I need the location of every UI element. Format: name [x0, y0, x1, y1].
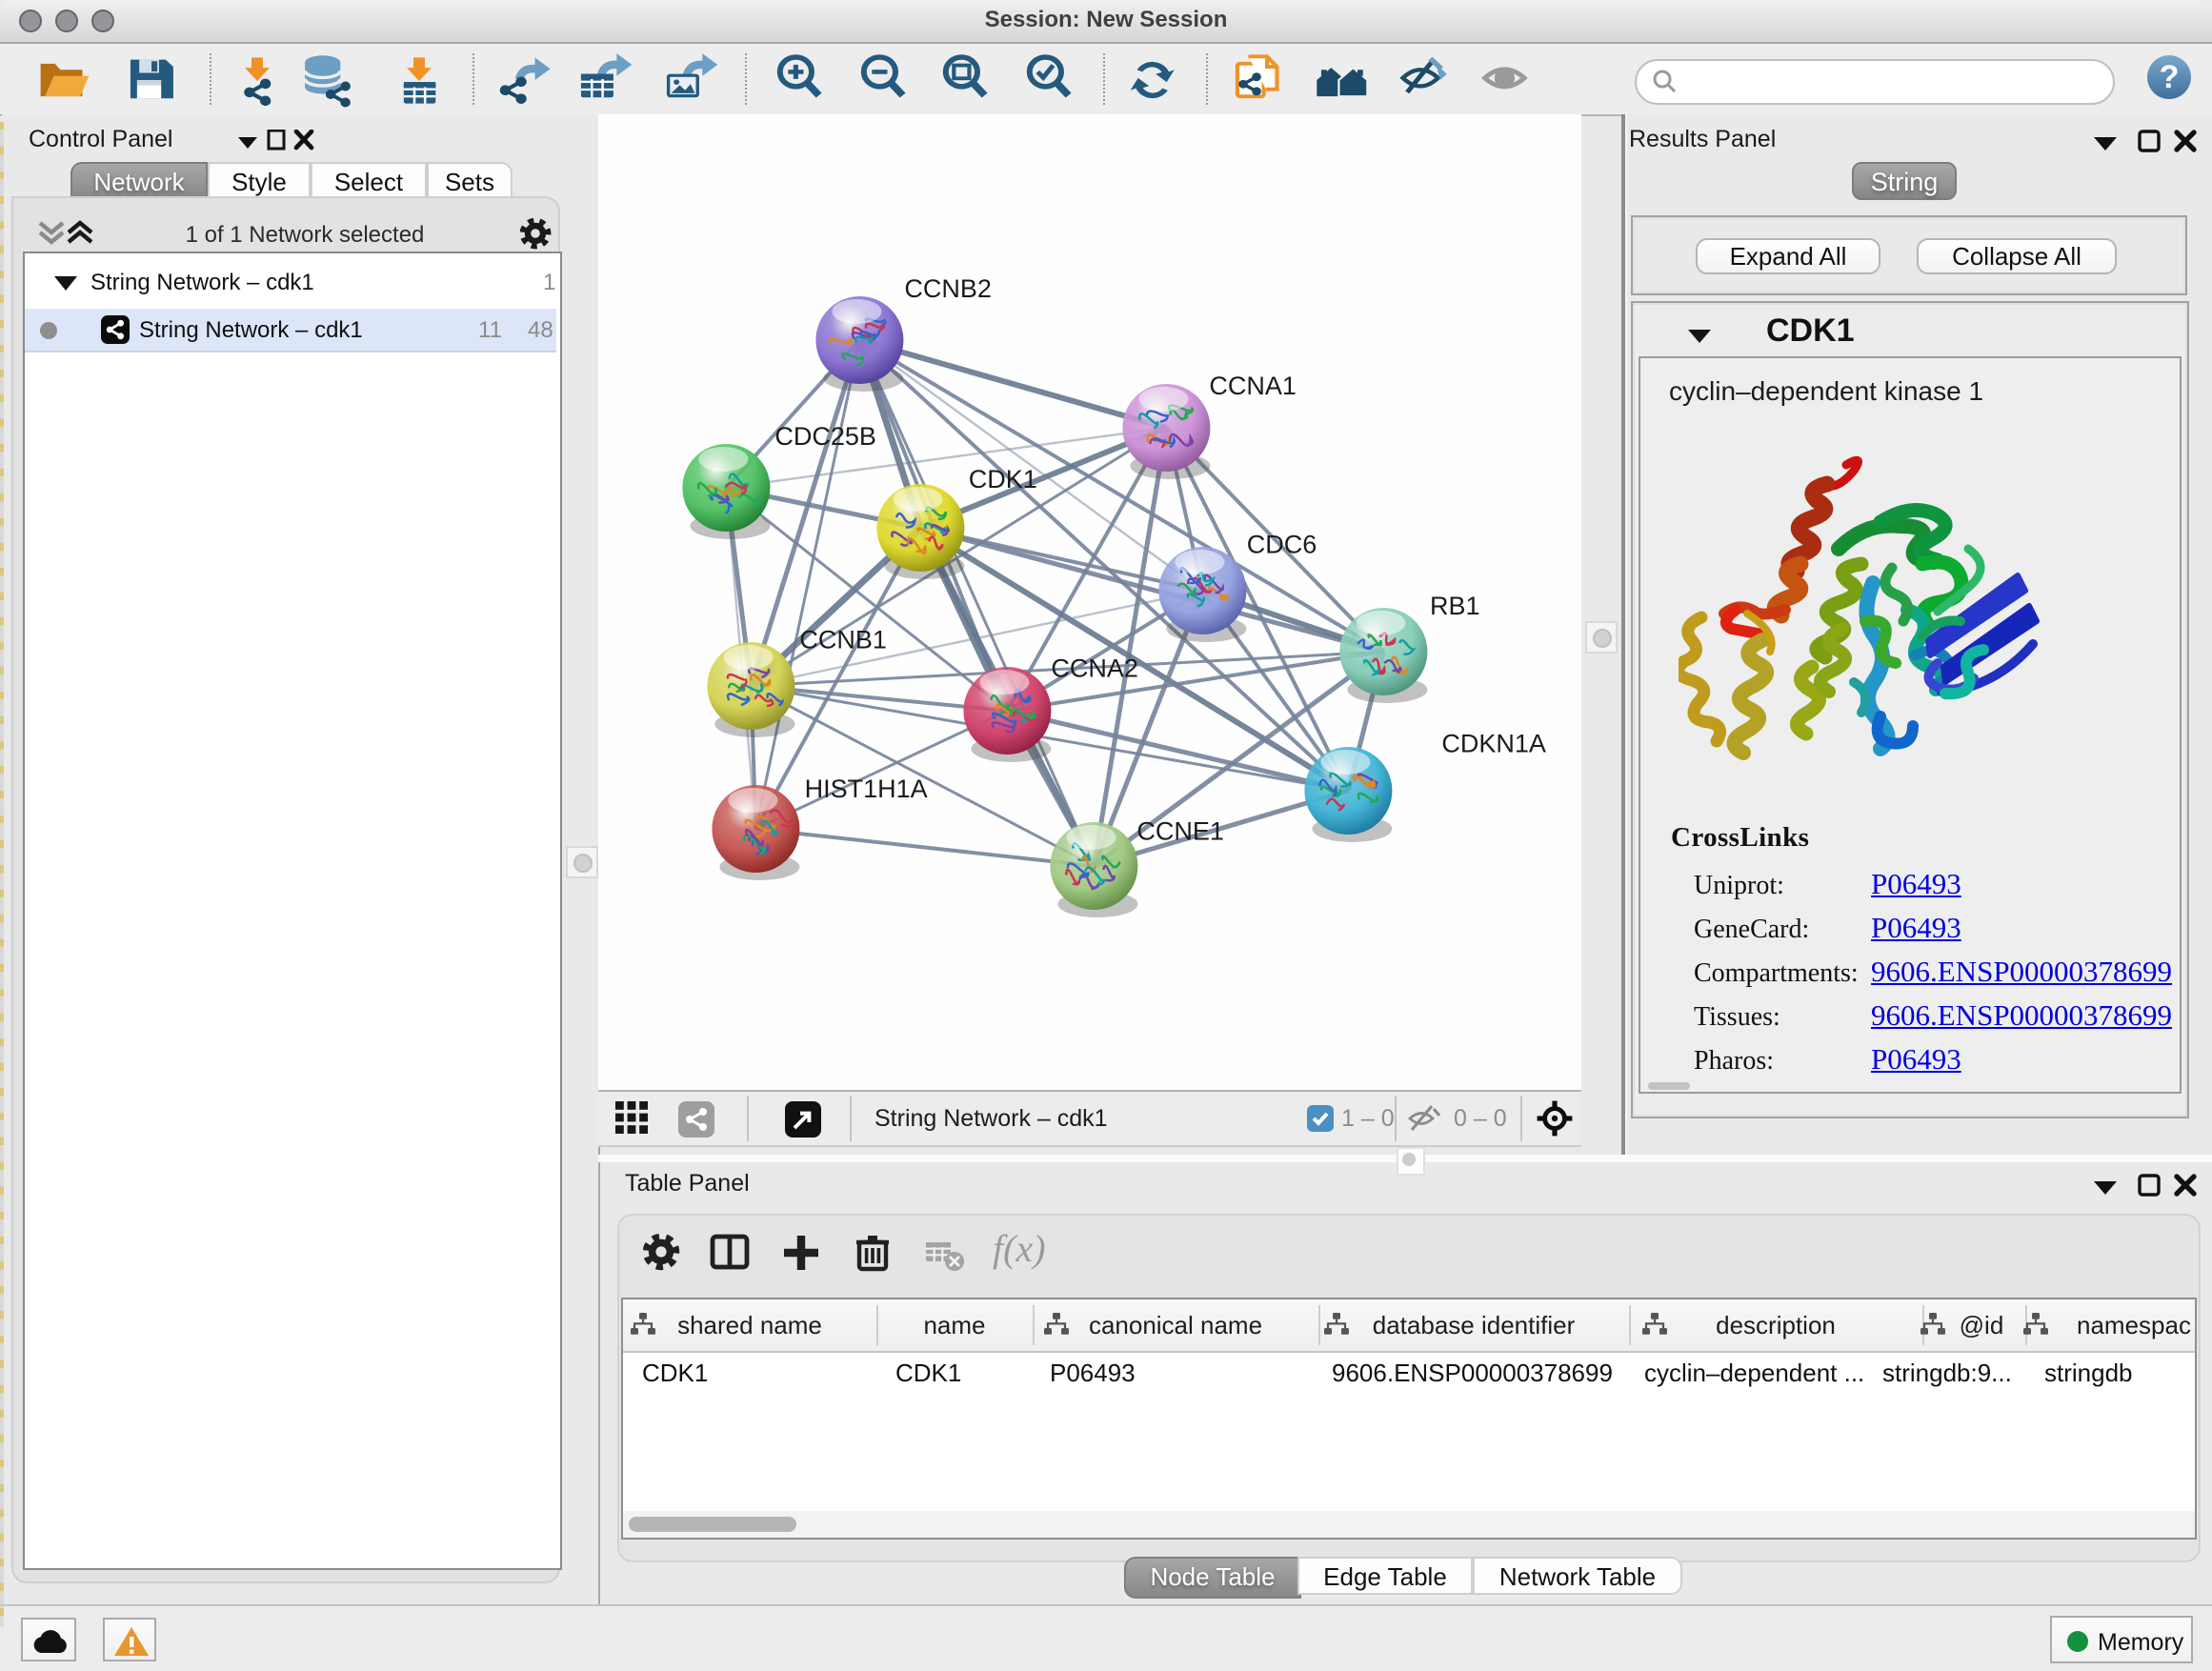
svg-text:CDC25B: CDC25B — [774, 422, 876, 451]
svg-text:CDC6: CDC6 — [1247, 530, 1317, 558]
svg-text:RB1: RB1 — [1430, 592, 1480, 620]
svg-text:CCNE1: CCNE1 — [1136, 817, 1224, 846]
svg-text:CCNA1: CCNA1 — [1209, 372, 1297, 400]
svg-text:CCNB2: CCNB2 — [904, 274, 992, 303]
svg-text:CCNB1: CCNB1 — [799, 625, 887, 654]
svg-text:HIST1H1A: HIST1H1A — [805, 775, 928, 803]
svg-text:CCNA2: CCNA2 — [1051, 654, 1138, 682]
svg-text:1 of 1 Network selected: 1 of 1 Network selected — [186, 222, 425, 248]
svg-text:CDK1: CDK1 — [969, 465, 1037, 493]
svg-text:CDKN1A: CDKN1A — [1441, 729, 1546, 757]
